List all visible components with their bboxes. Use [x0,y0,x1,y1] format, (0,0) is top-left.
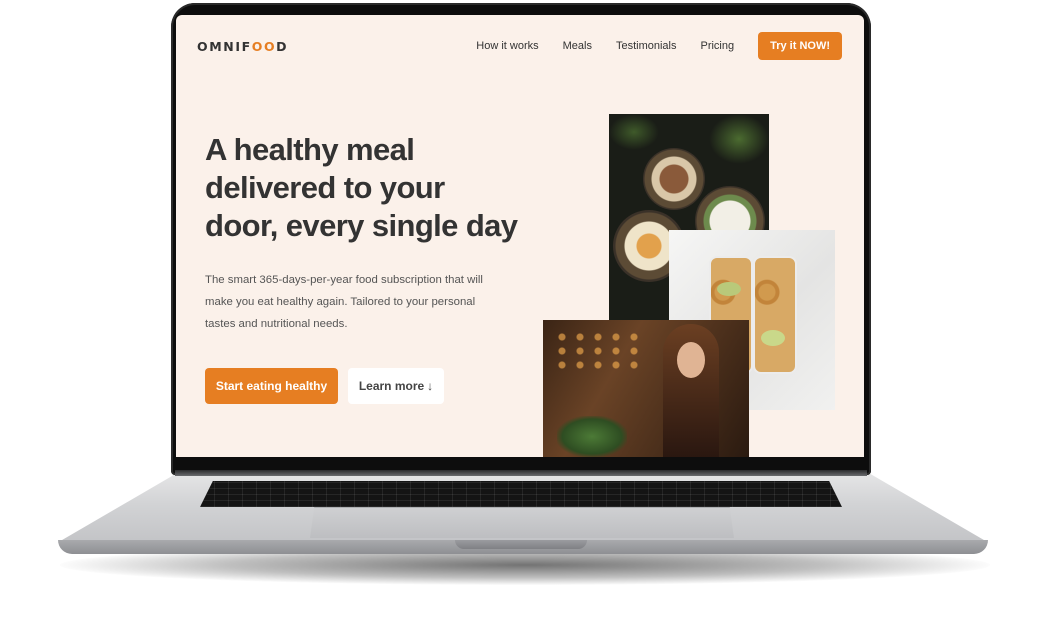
start-eating-healthy-button[interactable]: Start eating healthy [205,368,338,404]
laptop-trackpad [310,507,734,538]
logo-text-start: OMNIF [197,39,252,54]
logo-text-end: D [276,39,289,54]
laptop-screen: OMNIFOOD How it works Meals Testimonials… [176,15,864,457]
nav-link-meals[interactable]: Meals [563,40,592,52]
hero-title: A healthy meal delivered to your door, e… [205,132,518,243]
start-eating-healthy-label: Start eating healthy [215,379,328,393]
laptop-keyboard [200,481,842,507]
site-logo[interactable]: OMNIFOOD [197,39,288,54]
nav-link-how-it-works[interactable]: How it works [476,40,538,52]
nav-link-testimonials[interactable]: Testimonials [616,40,677,52]
learn-more-button[interactable]: Learn more ↓ [348,368,444,404]
try-it-now-button[interactable]: Try it NOW! [758,32,842,60]
laptop-hinge [175,470,867,476]
logo-infinity-mark: OO [251,39,277,54]
hero-description: The smart 365-days-per-year food subscri… [205,274,483,330]
site-header: OMNIFOOD How it works Meals Testimonials… [176,15,864,77]
hero-image-woman-eating [543,320,749,457]
nav-link-pricing[interactable]: Pricing [700,40,734,52]
laptop-notch [455,540,587,549]
learn-more-label: Learn more [358,379,425,393]
arrow-down-icon: ↓ [427,379,434,393]
main-nav: How it works Meals Testimonials Pricing … [452,32,842,60]
